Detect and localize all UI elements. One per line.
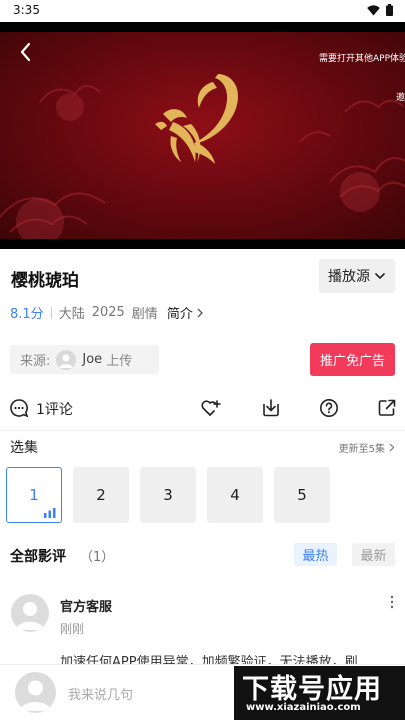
episode-item[interactable]: 5: [274, 467, 330, 523]
genre: 剧情: [131, 307, 158, 322]
chevron-right-icon: [197, 308, 203, 317]
comment-input[interactable]: 我来说几句: [68, 684, 133, 703]
uploader-avatar: [56, 349, 77, 370]
episodes-update-text: 更新至5集: [338, 444, 385, 455]
player-hint-text-2: 邀: [396, 93, 405, 103]
uploader-info: 来源: Joe 上传: [10, 345, 159, 374]
meta-divider: [50, 306, 52, 319]
reviews-count: （1）: [80, 550, 115, 565]
comment-time: 刚刚: [60, 622, 85, 636]
action-bar: 1评论: [0, 390, 405, 426]
status-time: 3:35: [13, 3, 40, 17]
video-meta: 8.1分 大陆 2025 剧情 简介: [10, 303, 204, 322]
intro-link[interactable]: 简介: [167, 303, 193, 322]
favorite-heart-icon[interactable]: [200, 398, 221, 418]
status-bar: 3:35: [0, 0, 405, 22]
source-prefix: 来源:: [20, 354, 51, 369]
source-select-button[interactable]: 播放源: [319, 259, 395, 293]
episode-item[interactable]: 1: [6, 467, 62, 523]
watermark-main-text: 下载号应用: [242, 674, 382, 705]
download-icon[interactable]: [261, 398, 281, 418]
comment-icon[interactable]: [9, 398, 29, 418]
episode-list: 1 2 3 4 5: [6, 467, 330, 523]
episode-item[interactable]: 2: [73, 467, 129, 523]
user-icon: [20, 680, 51, 711]
battery-icon: [386, 4, 393, 16]
phoenix-logo-image: [155, 74, 238, 164]
episode-item[interactable]: 4: [207, 467, 263, 523]
episode-number: 3: [163, 486, 173, 504]
episode-number: 1: [29, 486, 39, 504]
episodes-update-link[interactable]: 更新至5集: [339, 440, 395, 455]
wifi-icon: [367, 4, 380, 15]
episode-number: 5: [297, 486, 307, 504]
help-icon[interactable]: [319, 398, 339, 418]
back-arrow-icon[interactable]: [14, 40, 38, 64]
comment-count[interactable]: 1评论: [36, 399, 73, 419]
chevron-down-icon: [375, 273, 385, 280]
more-options-icon[interactable]: [388, 595, 396, 609]
player-hint-text: 需要打开其他APP体验: [319, 54, 405, 64]
comment-avatar: [11, 594, 49, 632]
episode-number: 4: [230, 486, 240, 504]
section-divider: [0, 430, 405, 431]
site-watermark: 下载号应用 www.xiazainiao.com: [234, 666, 405, 720]
video-title: 樱桃琥珀: [11, 271, 79, 291]
source-button-label: 播放源: [328, 269, 370, 285]
reviews-title: 全部影评: [10, 549, 66, 565]
user-icon: [59, 353, 74, 368]
sort-hot-tab[interactable]: 最热: [294, 543, 337, 566]
episode-number: 2: [96, 486, 106, 504]
promo-ad-free-button[interactable]: 推广免广告: [310, 343, 395, 376]
user-icon: [16, 602, 44, 630]
my-avatar: [15, 672, 56, 713]
watermark-url: www.xiazainiao.com: [246, 702, 361, 713]
score: 8.1分: [10, 307, 44, 322]
status-icons: [367, 4, 393, 16]
uploader-suffix: 上传: [106, 354, 133, 369]
share-icon[interactable]: [377, 398, 397, 418]
comment-author: 官方客服: [60, 600, 113, 615]
now-playing-bars-icon: [44, 508, 56, 518]
episode-item[interactable]: 3: [140, 467, 196, 523]
sort-new-tab[interactable]: 最新: [352, 543, 395, 566]
region: 大陆: [58, 307, 85, 322]
episodes-title: 选集: [10, 440, 38, 456]
year: 2025: [91, 305, 125, 320]
video-player[interactable]: 需要打开其他APP体验 邀: [0, 22, 405, 249]
uploader-name: Joe: [82, 352, 103, 367]
chevron-right-icon: [389, 443, 395, 452]
